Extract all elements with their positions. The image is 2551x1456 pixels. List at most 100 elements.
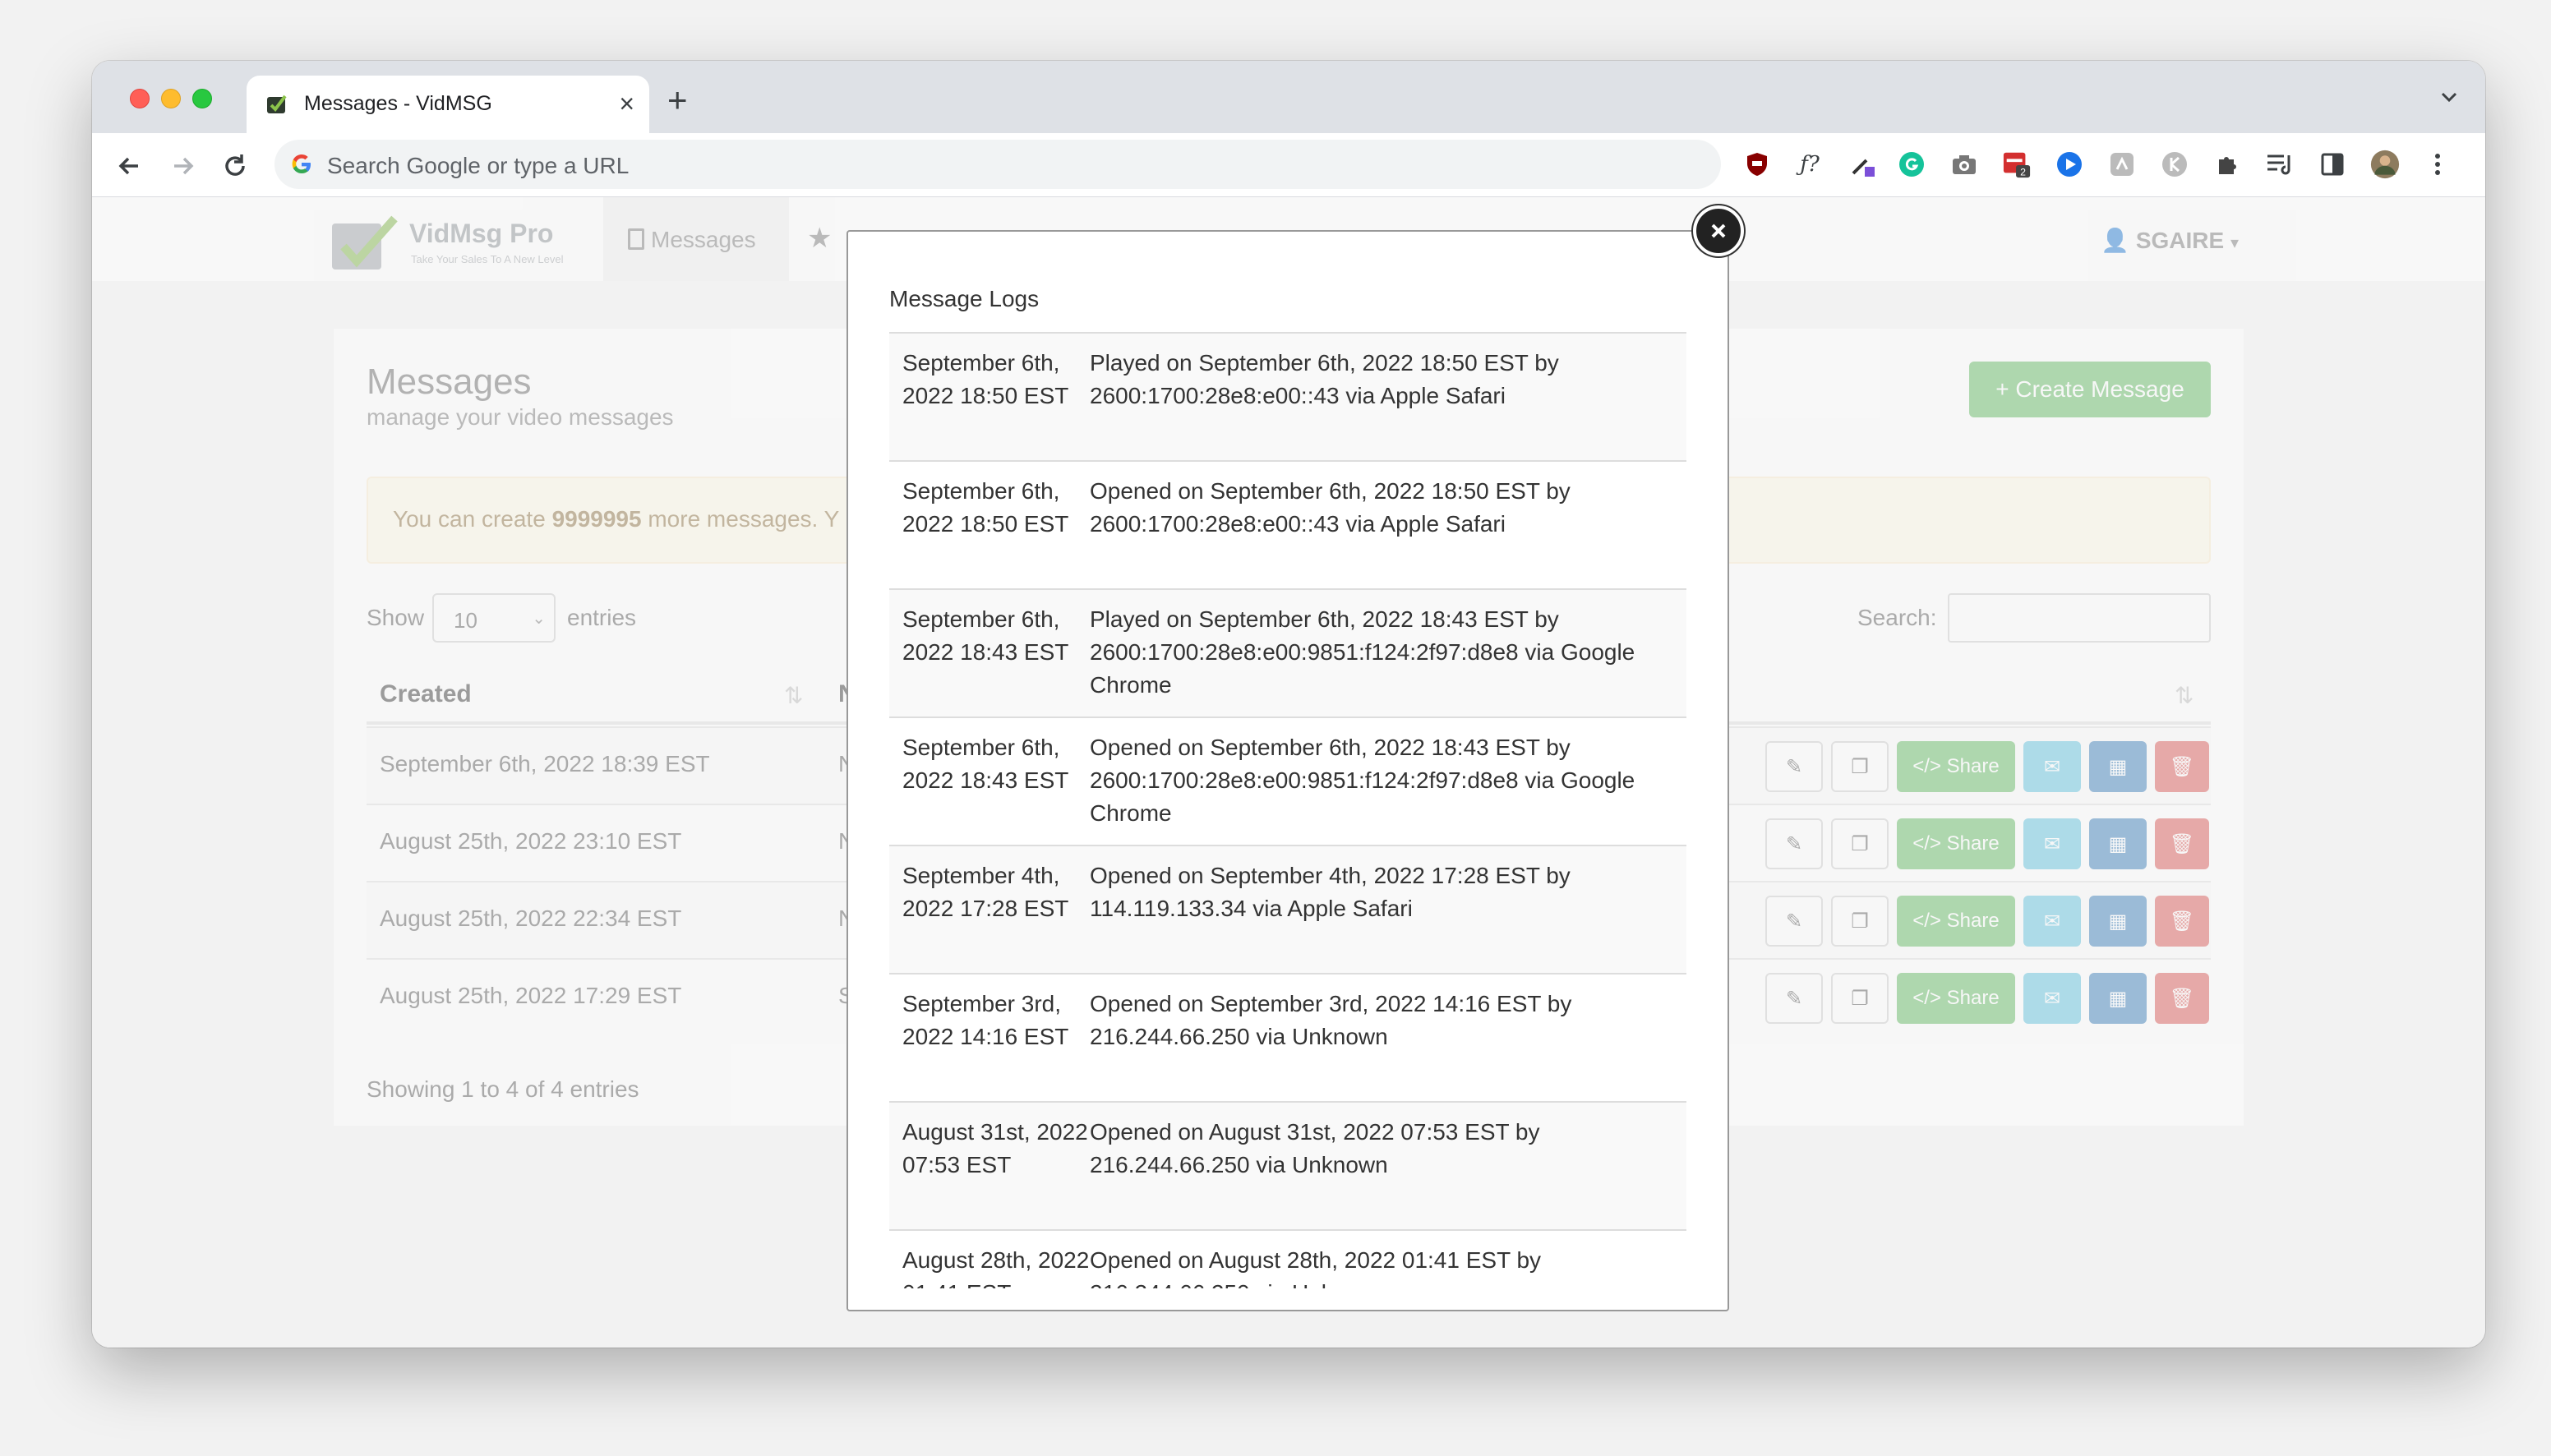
brand-logo[interactable]: VidMsg Pro Take Your Sales To A New Leve… [330, 215, 593, 273]
checkmark-logo-icon [332, 215, 398, 270]
share-button[interactable]: </> Share [1897, 741, 2015, 792]
log-date: September 6th, 2022 18:50 EST [902, 350, 1069, 408]
delete-button[interactable]: 🗑 [2155, 896, 2209, 947]
color-picker-icon[interactable] [1848, 150, 1877, 179]
caret-down-icon: ▾ [2230, 234, 2239, 252]
sort-icon[interactable]: ⇅ [784, 682, 803, 709]
email-button[interactable]: ✉ [2023, 896, 2081, 947]
entries-label: entries [567, 605, 637, 630]
new-tab-button[interactable]: + [667, 82, 688, 118]
formula-f-icon[interactable]: ƒ? [1795, 150, 1824, 179]
duplicate-button[interactable]: ❐ [1831, 818, 1889, 869]
close-window-button[interactable] [130, 89, 150, 108]
forward-arrow-icon[interactable] [166, 150, 199, 182]
duplicate-button[interactable]: ❐ [1831, 973, 1889, 1024]
logs-button[interactable]: ▦ [2089, 818, 2147, 869]
fullscreen-window-button[interactable] [192, 89, 212, 108]
code-icon: </> [1912, 987, 1941, 1009]
logs-button[interactable]: ▦ [2089, 896, 2147, 947]
browser-menu-icon[interactable] [2423, 150, 2452, 179]
delete-button[interactable]: 🗑 [2155, 818, 2209, 869]
puzzle-gray-extension-icon[interactable] [2107, 150, 2137, 179]
back-arrow-icon[interactable] [113, 150, 146, 182]
address-bar[interactable]: Search Google or type a URL [274, 140, 1721, 189]
code-icon: </> [1912, 832, 1941, 855]
minimize-window-button[interactable] [161, 89, 181, 108]
logs-button[interactable]: ▦ [2089, 973, 2147, 1024]
calendar-extension-icon[interactable]: 2 [2002, 150, 2032, 179]
tab-title: Messages - VidMSG [304, 92, 492, 115]
share-button[interactable]: </> Share [1897, 896, 2015, 947]
camera-icon[interactable] [1949, 150, 1979, 179]
log-description: Played on September 6th, 2022 18:50 EST … [1090, 350, 1559, 408]
log-description: Opened on September 6th, 2022 18:43 EST … [1090, 735, 1635, 826]
chevron-down-icon[interactable] [2438, 85, 2461, 108]
log-date: August 31st, 2022 07:53 EST [902, 1119, 1088, 1177]
file-icon [628, 228, 644, 250]
log-row: August 31st, 2022 07:53 EST Opened on Au… [889, 1103, 1686, 1231]
log-description: Opened on August 31st, 2022 07:53 EST by… [1090, 1119, 1540, 1177]
log-description: Opened on September 4th, 2022 17:28 EST … [1090, 863, 1571, 921]
delete-button[interactable]: 🗑 [2155, 973, 2209, 1024]
log-row: September 6th, 2022 18:50 EST Opened on … [889, 462, 1686, 590]
duplicate-button[interactable]: ❐ [1831, 741, 1889, 792]
edit-button[interactable]: ✎ [1765, 896, 1823, 947]
play-extension-icon[interactable] [2055, 150, 2084, 179]
brand-name: VidMsg Pro [409, 219, 554, 248]
delete-button[interactable]: 🗑 [2155, 741, 2209, 792]
alert-count: 9999995 [551, 506, 642, 532]
envelope-icon: ✉ [2043, 832, 2061, 855]
grammarly-icon[interactable] [1897, 150, 1926, 179]
grid-icon: ▦ [2108, 755, 2128, 778]
sort-icon[interactable]: ⇅ [2175, 682, 2193, 709]
tab-close-icon[interactable]: × [619, 87, 634, 120]
search-input[interactable] [1948, 593, 2211, 643]
select-chevron-icon: ⌄ [532, 610, 546, 628]
user-menu[interactable]: 👤 SGAIRE ▾ [2101, 227, 2239, 254]
show-label: Show [367, 605, 425, 630]
column-header-created[interactable]: Created [380, 680, 472, 708]
extension-badge: 2 [2020, 166, 2026, 177]
reading-list-icon[interactable] [2265, 150, 2295, 179]
logs-table[interactable]: September 6th, 2022 18:50 EST Played on … [889, 332, 1686, 1288]
entries-select[interactable]: 10 ⌄ [432, 593, 556, 643]
envelope-icon: ✉ [2043, 910, 2061, 933]
close-icon [1711, 223, 1726, 238]
tab-strip: Messages - VidMSG × + [92, 61, 2485, 133]
row-created: September 6th, 2022 18:39 EST [380, 751, 710, 776]
duplicate-button[interactable]: ❐ [1831, 896, 1889, 947]
trash-icon: 🗑 [2169, 832, 2195, 855]
reload-icon[interactable] [219, 150, 251, 182]
log-description: Opened on September 6th, 2022 18:50 EST … [1090, 478, 1571, 537]
edit-button[interactable]: ✎ [1765, 741, 1823, 792]
nav-messages[interactable]: Messages [603, 197, 789, 281]
log-row: August 28th, 2022 01:41 EST Opened on Au… [889, 1231, 1686, 1288]
log-date: September 6th, 2022 18:50 EST [902, 478, 1069, 537]
k-extension-icon[interactable] [2160, 150, 2189, 179]
user-name: SGAIRE [2135, 228, 2225, 253]
share-button[interactable]: </> Share [1897, 818, 2015, 869]
edit-button[interactable]: ✎ [1765, 973, 1823, 1024]
email-button[interactable]: ✉ [2023, 818, 2081, 869]
ublock-shield-icon[interactable] [1742, 150, 1772, 179]
browser-window: Messages - VidMSG × + Search Google or t… [92, 61, 2485, 1348]
brand-tagline: Take Your Sales To A New Level [411, 253, 564, 265]
log-date: September 4th, 2022 17:28 EST [902, 863, 1069, 921]
extensions-puzzle-icon[interactable] [2212, 150, 2242, 179]
side-panel-icon[interactable] [2318, 150, 2347, 179]
email-button[interactable]: ✉ [2023, 973, 2081, 1024]
modal-close-button[interactable] [1693, 205, 1744, 256]
edit-button[interactable]: ✎ [1765, 818, 1823, 869]
share-button[interactable]: </> Share [1897, 973, 2015, 1024]
trash-icon: 🗑 [2169, 910, 2195, 933]
star-icon[interactable]: ★ [807, 222, 832, 255]
row-created: August 25th, 2022 23:10 EST [380, 828, 682, 854]
logs-button[interactable]: ▦ [2089, 741, 2147, 792]
share-label: Share [1946, 910, 2000, 932]
create-message-button[interactable]: + Create Message [1969, 362, 2211, 417]
trash-icon: 🗑 [2169, 987, 2195, 1010]
browser-tab[interactable]: Messages - VidMSG × [247, 76, 649, 133]
profile-avatar[interactable] [2370, 150, 2400, 179]
email-button[interactable]: ✉ [2023, 741, 2081, 792]
row-created: August 25th, 2022 17:29 EST [380, 983, 682, 1008]
